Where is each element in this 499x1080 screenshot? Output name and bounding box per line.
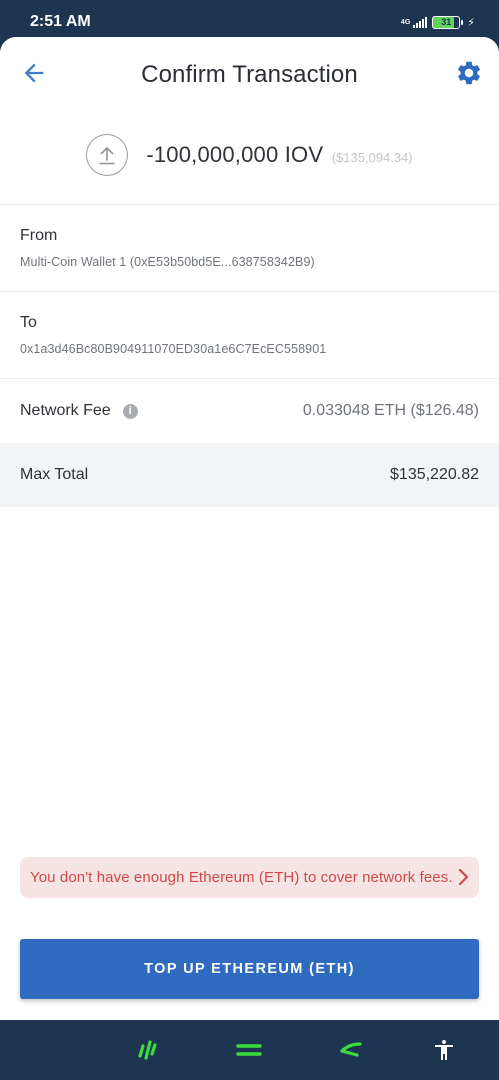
network-fee-row: Network Fee i 0.033048 ETH ($126.48) bbox=[0, 379, 499, 443]
recent-apps-button[interactable] bbox=[134, 1038, 162, 1062]
home-icon bbox=[236, 1044, 262, 1056]
home-button[interactable] bbox=[235, 1038, 263, 1062]
battery-icon: 31 bbox=[432, 15, 464, 29]
settings-button[interactable] bbox=[455, 59, 483, 87]
upload-arrow-icon bbox=[99, 146, 116, 164]
status-icons: 4G 31 ⚡ bbox=[401, 12, 475, 32]
to-row: To 0x1a3d46Bc80B904911070ED30a1e6C7EcEC5… bbox=[0, 292, 499, 379]
network-type: 4G bbox=[400, 18, 411, 26]
status-bar: 2:51 AM 4G 31 ⚡ bbox=[0, 0, 499, 40]
top-up-ethereum-button[interactable]: TOP UP ETHEREUM (ETH) bbox=[20, 939, 479, 999]
status-time: 2:51 AM bbox=[30, 13, 91, 30]
amount-display: -100,000,000 IOV ($135,094.34) bbox=[146, 142, 412, 168]
amount-row: -100,000,000 IOV ($135,094.34) bbox=[0, 109, 499, 205]
from-value: Multi-Coin Wallet 1 (0xE53b50bd5E...6387… bbox=[20, 255, 315, 269]
charging-icon: ⚡ bbox=[467, 16, 475, 29]
accessibility-button[interactable] bbox=[430, 1038, 458, 1062]
network-fee-left: Network Fee i bbox=[20, 402, 138, 420]
max-total-value: $135,220.82 bbox=[390, 466, 479, 483]
back-icon bbox=[340, 1042, 362, 1057]
screen: 2:51 AM 4G 31 ⚡ Confirm Transaction -100… bbox=[0, 0, 499, 1080]
info-icon[interactable]: i bbox=[122, 403, 138, 419]
network-fee-label: Network Fee bbox=[20, 402, 111, 419]
network-fee-value: 0.033048 ETH ($126.48) bbox=[302, 402, 479, 419]
navigation-bar bbox=[0, 1020, 499, 1080]
insufficient-funds-warning[interactable]: You don't have enough Ethereum (ETH) to … bbox=[20, 857, 479, 898]
header: Confirm Transaction bbox=[0, 37, 499, 109]
from-row: From Multi-Coin Wallet 1 (0xE53b50bd5E..… bbox=[0, 205, 499, 292]
max-total-row: Max Total $135,220.82 bbox=[0, 443, 499, 507]
send-indicator bbox=[86, 133, 129, 176]
amount-fiat: ($135,094.34) bbox=[331, 149, 413, 165]
gear-icon bbox=[458, 61, 480, 85]
recent-apps-icon bbox=[138, 1040, 157, 1060]
system-back-button[interactable] bbox=[337, 1038, 365, 1062]
max-total-label: Max Total bbox=[20, 466, 89, 483]
amount-value: -100,000,000 IOV bbox=[146, 141, 324, 167]
to-label: To bbox=[20, 314, 37, 331]
chevron-right-icon bbox=[458, 868, 469, 886]
accessibility-icon bbox=[435, 1040, 453, 1060]
from-label: From bbox=[20, 227, 58, 244]
page-title: Confirm Transaction bbox=[141, 61, 358, 88]
signal-icon bbox=[413, 16, 428, 28]
main-panel: Confirm Transaction -100,000,000 IOV ($1… bbox=[0, 37, 499, 1020]
warning-text: You don't have enough Ethereum (ETH) to … bbox=[30, 869, 453, 886]
to-value: 0x1a3d46Bc80B904911070ED30a1e6C7EcEC5589… bbox=[20, 342, 327, 356]
battery-level: 31 bbox=[441, 17, 452, 27]
